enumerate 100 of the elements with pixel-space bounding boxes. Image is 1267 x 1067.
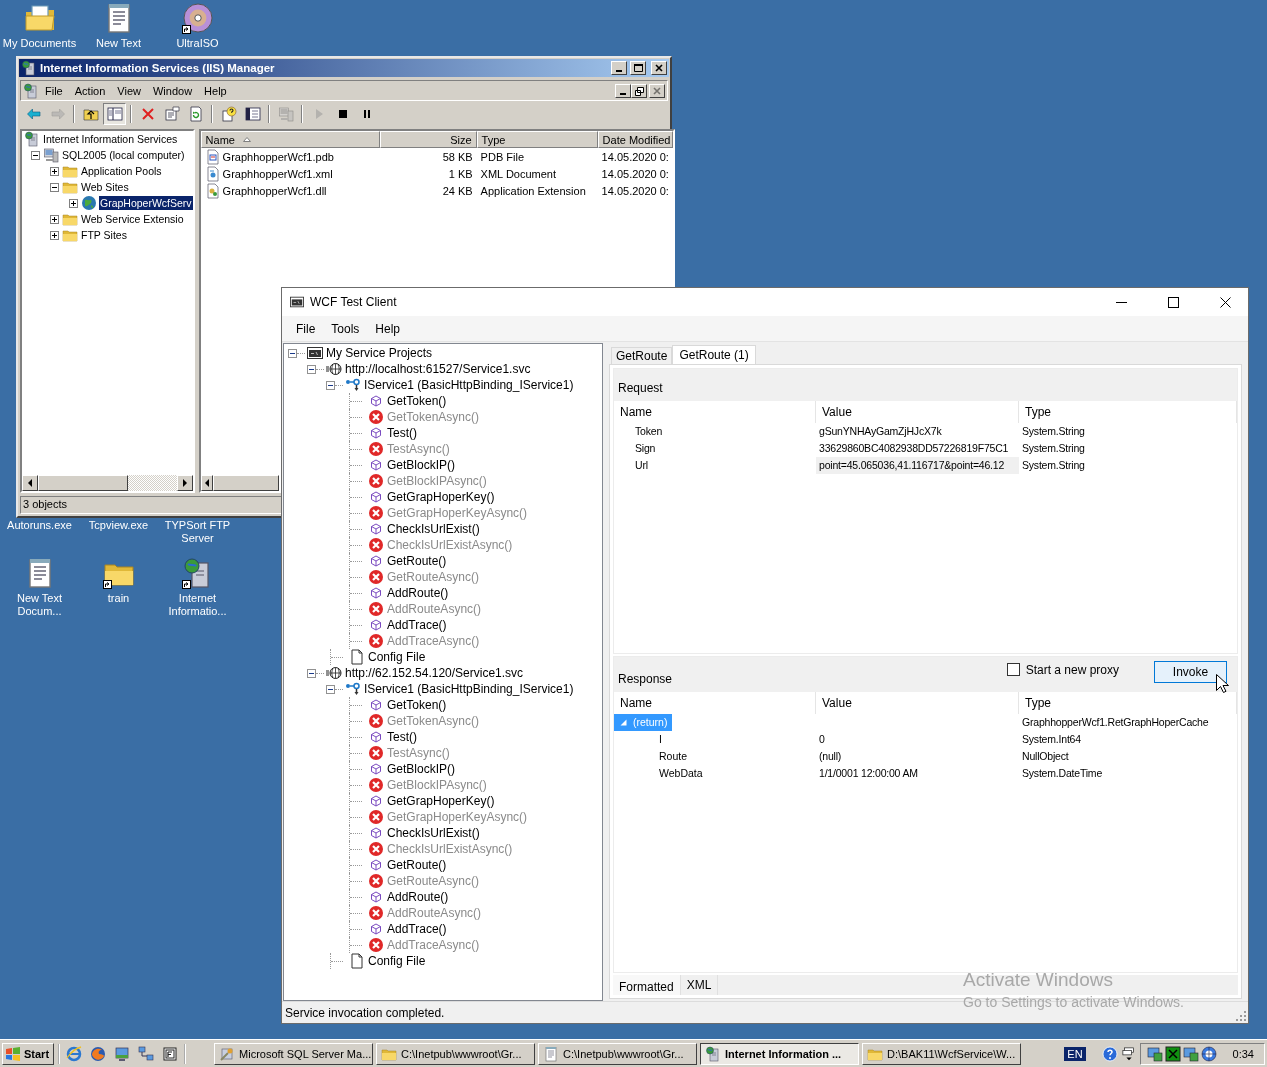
checkbox[interactable] (1006, 663, 1020, 677)
value-field[interactable]: 33629860BC4082938DD57226819F75C1 (816, 440, 1019, 457)
tree-item[interactable]: CheckIsUrlExistAsync() (387, 538, 513, 552)
desktop-icon-label[interactable]: train (107, 592, 130, 605)
language-indicator[interactable]: EN (1064, 1046, 1086, 1061)
start-button[interactable]: Start (2, 1042, 55, 1065)
app-icon[interactable] (1164, 1045, 1181, 1062)
tree-item[interactable]: GetBlockIP() (387, 762, 455, 776)
file-name[interactable]: GraphhopperWcf1.dll (222, 184, 327, 197)
desktop-icon-label[interactable]: UltraISO (176, 37, 219, 50)
tree-item[interactable]: Web Sites (80, 180, 130, 194)
menu-item[interactable]: File (288, 321, 324, 336)
taskbar-button[interactable]: C:\Inetpub\wwwroot\Gr... (538, 1042, 698, 1065)
tree-item[interactable]: GetBlockIPAsync() (387, 778, 487, 792)
browser-icon[interactable] (90, 1045, 107, 1062)
menu-item[interactable]: File (39, 84, 69, 97)
taskbar-button[interactable]: Microsoft SQL Server Ma... (214, 1042, 374, 1065)
collapse-button[interactable] (288, 348, 297, 358)
tree-item[interactable]: Test() (387, 426, 417, 440)
desktop-icon[interactable] (114, 1045, 131, 1062)
desktop-icon-label[interactable]: TYPSort FTP Server (158, 519, 237, 545)
menu-item[interactable]: Help (198, 84, 233, 97)
tree-item[interactable]: Config File (368, 954, 426, 968)
tree-item[interactable]: GetTokenAsync() (387, 714, 480, 728)
tab[interactable]: GetRoute (1) (672, 345, 756, 364)
taskbar-button[interactable]: D:\BAK11\WcfService\W... (862, 1042, 1022, 1065)
tree-item[interactable]: AddRoute() (387, 586, 449, 600)
collapse-button[interactable] (326, 684, 335, 694)
disc-icon[interactable] (181, 2, 214, 34)
tree-item[interactable]: GetToken() (387, 394, 447, 408)
tree-item[interactable]: Config File (368, 650, 426, 664)
network-icon[interactable] (138, 1045, 155, 1062)
minimize-button[interactable] (611, 61, 627, 75)
horizontal-scrollbar[interactable] (200, 475, 279, 491)
tree-item[interactable]: AddRoute() (387, 890, 449, 904)
collapse-button[interactable] (307, 364, 316, 374)
tree-item[interactable]: AddTraceAsync() (387, 634, 480, 648)
help-icon[interactable] (1101, 1045, 1118, 1062)
expand-button[interactable] (69, 198, 78, 208)
tree-item[interactable]: GrapHoperWcfServ (99, 196, 193, 210)
file-name[interactable]: GraphhopperWcf1.pdb (222, 150, 334, 163)
collapse-button[interactable] (50, 182, 59, 192)
tree-item[interactable]: WebData (653, 764, 708, 782)
scroll-left-icon[interactable] (27, 479, 33, 487)
tree-item[interactable]: AddTraceAsync() (387, 938, 480, 952)
tree-item[interactable]: GetTokenAsync() (387, 410, 480, 424)
tree-item[interactable]: My Service Projects (326, 346, 433, 360)
tree-item[interactable]: FTP Sites (80, 228, 128, 242)
browser-icon[interactable] (66, 1045, 83, 1062)
tree-item[interactable]: AddRouteAsync() (387, 602, 482, 616)
tree-item[interactable]: GetRouteAsync() (387, 874, 480, 888)
collapse-button[interactable] (326, 380, 335, 390)
menu-item[interactable]: Window (146, 84, 199, 97)
monitor-icon[interactable] (1146, 1045, 1163, 1062)
horizontal-scrollbar[interactable] (22, 475, 193, 491)
column-header[interactable]: Size (379, 131, 477, 148)
column-header[interactable]: Date Modified (597, 131, 673, 148)
tab[interactable]: Formatted (613, 975, 681, 995)
tree-item[interactable]: Web Service Extensio (80, 212, 185, 226)
menu-item[interactable]: Help (367, 321, 409, 336)
compass-icon[interactable] (1200, 1045, 1217, 1062)
tree-item[interactable]: I (653, 730, 667, 748)
file-name[interactable]: GraphhopperWcf1.xml (222, 167, 333, 180)
expand-button[interactable] (50, 214, 59, 224)
tree-item[interactable]: Route (653, 747, 693, 765)
value-field[interactable]: point=45.065036,41.116717&point=46.12 (816, 457, 1019, 474)
tree-item[interactable]: GetRouteAsync() (387, 570, 480, 584)
desktop-icon-label[interactable]: My Documents (2, 37, 77, 50)
tree-item[interactable]: AddTrace() (387, 618, 447, 632)
app-icon[interactable] (162, 1045, 179, 1062)
resize-grip-icon[interactable] (1236, 1011, 1246, 1021)
desktop-icon-label[interactable]: Internet Informatio... (158, 592, 237, 618)
column-header[interactable]: Name (200, 131, 380, 148)
tree-item[interactable]: AddTrace() (387, 922, 447, 936)
close-button[interactable] (651, 61, 667, 75)
tree-item[interactable]: GetBlockIPAsync() (387, 474, 487, 488)
value-field[interactable]: gSunYNHAyGamZjHJcX7k (816, 423, 1019, 440)
tree-item[interactable]: http://localhost:61527/Service1.svc (345, 362, 531, 376)
minimize-button[interactable] (615, 83, 631, 98)
tree-item[interactable]: TestAsync() (387, 746, 450, 760)
tree-item[interactable]: Application Pools (80, 164, 163, 178)
desktop-icon-label[interactable]: New Text Docum... (0, 592, 79, 618)
monitor-icon[interactable] (1182, 1045, 1199, 1062)
close-button[interactable] (649, 83, 665, 98)
tree-item[interactable]: IService1 (BasicHttpBinding_IService1) (364, 682, 574, 696)
tree-item[interactable]: GetRoute() (387, 554, 447, 568)
expander-icon[interactable] (620, 718, 627, 726)
invoke-button[interactable]: Invoke (1154, 660, 1227, 683)
menu-item[interactable]: Action (68, 84, 112, 97)
desktop-icon-label[interactable]: New Text (95, 37, 141, 50)
column-header[interactable]: Type (476, 131, 598, 148)
window-switch-icon[interactable] (1121, 1046, 1136, 1061)
tree-item[interactable]: IService1 (BasicHttpBinding_IService1) (364, 378, 574, 392)
tree-item[interactable]: CheckIsUrlExistAsync() (387, 842, 513, 856)
tree-item[interactable]: GetRoute() (387, 858, 447, 872)
scroll-left-icon[interactable] (203, 479, 210, 487)
expand-button[interactable] (50, 166, 59, 176)
tree-item[interactable]: GetBlockIP() (387, 458, 455, 472)
taskbar-button[interactable]: Internet Information ... (700, 1042, 860, 1065)
maximize-button[interactable] (630, 61, 646, 75)
